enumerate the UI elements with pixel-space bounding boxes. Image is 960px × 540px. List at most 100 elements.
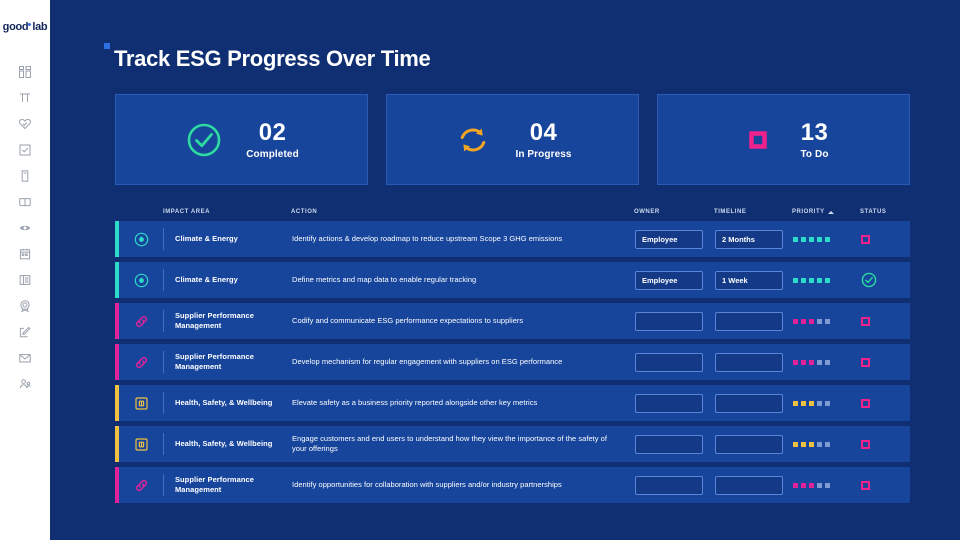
- table-row[interactable]: Supplier Performance Management Develop m…: [115, 344, 910, 380]
- sidebar-item-dashboard[interactable]: [0, 59, 50, 85]
- sidebar-item-impact[interactable]: [0, 111, 50, 137]
- cell-status[interactable]: [861, 426, 901, 462]
- priority-meter[interactable]: [793, 400, 830, 406]
- table-body: Climate & Energy Identify actions & devel…: [115, 221, 910, 503]
- priority-meter[interactable]: [793, 359, 830, 365]
- cell-timeline: [715, 221, 793, 257]
- priority-square: [825, 277, 830, 283]
- priority-square: [809, 277, 814, 283]
- cell-status[interactable]: [861, 344, 901, 380]
- priority-meter[interactable]: [793, 318, 830, 324]
- cell-priority[interactable]: [793, 221, 861, 257]
- cell-priority[interactable]: [793, 344, 861, 380]
- sidebar-item-goals[interactable]: [0, 293, 50, 319]
- cell-priority[interactable]: [793, 467, 861, 503]
- sidebar-nav: [0, 59, 50, 397]
- timeline-input[interactable]: [715, 352, 783, 372]
- cell-action: Identify actions & develop roadmap to re…: [292, 233, 563, 243]
- priority-meter[interactable]: [793, 236, 830, 242]
- status-todo-square-icon: [861, 480, 870, 490]
- timeline-input[interactable]: [715, 434, 783, 454]
- cell-status[interactable]: [861, 385, 901, 421]
- calendar-icon: [19, 248, 31, 260]
- arrow-down-circle-icon: [119, 262, 163, 298]
- owner-input[interactable]: [635, 434, 703, 454]
- sidebar-item-reports[interactable]: [0, 163, 50, 189]
- cell-timeline: [715, 467, 793, 503]
- cell-timeline: [715, 385, 793, 421]
- owner-input[interactable]: [635, 475, 703, 495]
- cell-action: Codify and communicate ESG performance e…: [292, 315, 524, 325]
- table-row[interactable]: Health, Safety, & Wellbeing Engage custom…: [115, 426, 910, 462]
- cell-action: Develop mechanism for regular engagement…: [292, 356, 563, 366]
- cell-timeline: [715, 426, 793, 462]
- cell-impact-area: Climate & Energy: [175, 233, 238, 243]
- column-header-timeline[interactable]: TIMELINE: [714, 209, 792, 215]
- priority-square: [809, 441, 814, 447]
- bar-columns-icon: [19, 92, 31, 104]
- cell-impact-area: Supplier Performance Management: [175, 351, 254, 371]
- cell-owner: [635, 303, 715, 339]
- cell-owner: [635, 426, 715, 462]
- column-header-action[interactable]: ACTION: [291, 209, 634, 215]
- edit-note-icon: [19, 326, 31, 338]
- sidebar-item-metrics[interactable]: [0, 85, 50, 111]
- timeline-input[interactable]: [715, 475, 783, 495]
- cell-owner: [635, 221, 715, 257]
- safety-box-icon: [119, 385, 163, 421]
- priority-meter[interactable]: [793, 441, 830, 447]
- cell-action: Identify opportunities for collaboration…: [292, 479, 562, 489]
- stat-card-completed[interactable]: 02 Completed: [115, 94, 368, 185]
- sidebar-item-team[interactable]: [0, 371, 50, 397]
- stat-cards: 02 Completed 04 In Progress 13 To Do: [115, 94, 910, 185]
- cell-status[interactable]: [861, 262, 901, 298]
- timeline-input[interactable]: [715, 270, 783, 290]
- table-row[interactable]: Supplier Performance Management Identify …: [115, 467, 910, 503]
- table-row[interactable]: Climate & Energy Identify actions & devel…: [115, 221, 910, 257]
- owner-input[interactable]: [635, 352, 703, 372]
- timeline-input[interactable]: [715, 311, 783, 331]
- sidebar-item-data[interactable]: [0, 267, 50, 293]
- sort-ascending-icon[interactable]: [827, 210, 834, 214]
- sidebar-item-messages[interactable]: [0, 345, 50, 371]
- cell-priority[interactable]: [793, 426, 861, 462]
- owner-input[interactable]: [635, 229, 703, 249]
- cell-priority[interactable]: [793, 303, 861, 339]
- stat-card-in-progress[interactable]: 04 In Progress: [386, 94, 639, 185]
- cell-priority[interactable]: [793, 262, 861, 298]
- timeline-input[interactable]: [715, 229, 783, 249]
- cell-status[interactable]: [861, 221, 901, 257]
- cell-priority[interactable]: [793, 385, 861, 421]
- priority-square: [825, 236, 830, 242]
- table-row[interactable]: Health, Safety, & Wellbeing Elevate safet…: [115, 385, 910, 421]
- owner-input[interactable]: [635, 393, 703, 413]
- stat-card-todo[interactable]: 13 To Do: [657, 94, 910, 185]
- priority-meter[interactable]: [793, 277, 830, 283]
- status-todo-square-icon: [861, 357, 870, 367]
- page-header: Track ESG Progress Over Time: [104, 0, 920, 70]
- sidebar-item-insights[interactable]: [0, 215, 50, 241]
- main-content: Track ESG Progress Over Time 02 Complete…: [50, 0, 960, 540]
- sidebar-item-notes[interactable]: [0, 319, 50, 345]
- mail-envelope-icon: [19, 352, 31, 364]
- cell-timeline: [715, 262, 793, 298]
- priority-meter[interactable]: [793, 482, 830, 488]
- owner-input[interactable]: [635, 270, 703, 290]
- table-row[interactable]: Climate & Energy Define metrics and map d…: [115, 262, 910, 298]
- sidebar-item-library[interactable]: [0, 189, 50, 215]
- sidebar-item-calendar[interactable]: [0, 241, 50, 267]
- cell-status[interactable]: [861, 303, 901, 339]
- timeline-input[interactable]: [715, 393, 783, 413]
- column-header-impact-area[interactable]: IMPACT AREA: [163, 209, 291, 215]
- priority-square: [793, 441, 798, 447]
- cell-status[interactable]: [861, 467, 901, 503]
- brand-logo[interactable]: good lab: [3, 22, 48, 33]
- sidebar-item-tasks[interactable]: [0, 137, 50, 163]
- owner-input[interactable]: [635, 311, 703, 331]
- column-header-priority[interactable]: PRIORITY: [792, 209, 860, 215]
- column-header-owner[interactable]: OWNER: [634, 209, 714, 215]
- cell-owner: [635, 467, 715, 503]
- table-row[interactable]: Supplier Performance Management Codify an…: [115, 303, 910, 339]
- priority-square: [801, 359, 806, 365]
- column-header-status[interactable]: STATUS: [860, 209, 900, 215]
